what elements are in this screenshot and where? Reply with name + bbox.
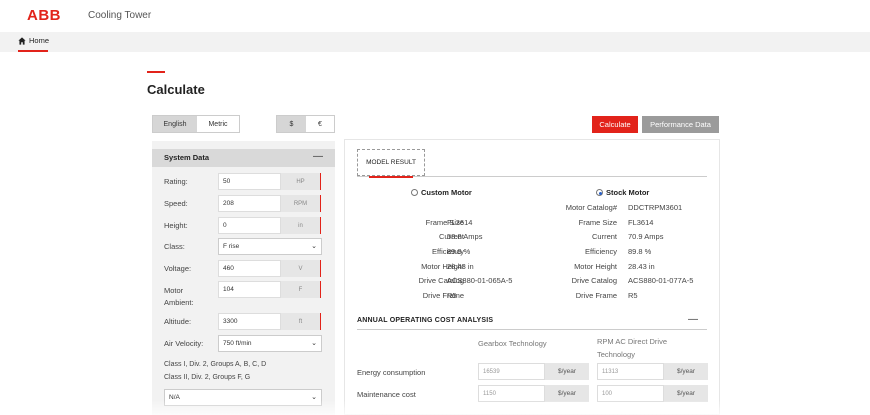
stock-motor-catalog-label: Motor Catalog# [565,203,617,212]
altitude-input[interactable]: 3300 [218,313,281,330]
rating-input[interactable]: 50 [218,173,281,190]
active-tab-indicator [18,50,48,52]
stock-frame-size-value: FL3614 [628,218,654,227]
hazard-class-2: Class II, Div. 2, Groups F, G [164,374,251,381]
system-data-title: System Data [164,153,210,162]
system-data-header[interactable]: System Data — [152,149,335,167]
motor-ambient-label-line1: Motor [164,286,184,295]
app-title: Cooling Tower [88,10,152,21]
home-icon [18,36,26,45]
gearbox-column-header: Gearbox Technology [478,339,547,348]
radio-checked-icon [596,189,603,196]
stock-current-label: Current [591,232,617,241]
motor-ambient-label: Motor Ambient: [164,285,194,309]
home-tab[interactable]: Home [18,36,49,45]
unit-metric-button[interactable]: Metric [197,116,239,132]
speed-label: Speed: [164,199,188,208]
height-label: Height: [164,221,188,230]
voltage-input[interactable]: 460 [218,260,281,277]
stock-drive-frame-label: Drive Frame [575,291,617,300]
maintenance-cost-label: Maintenance cost [357,390,416,399]
custom-efficiency-value: 89.8 % [447,247,471,256]
custom-motor-label: Custom Motor [421,188,472,197]
stock-efficiency-value: 89.8 % [628,247,652,256]
rpm-column-header-line1: RPM AC Direct Drive [597,337,668,346]
altitude-unit: ft [281,313,321,330]
custom-drive-frame-value: R5 [447,291,457,300]
stock-current-value: 70.9 Amps [628,232,664,241]
cost-analysis-divider [357,329,707,330]
custom-drive-catalog-value: ACS880-01-065A-5 [447,276,513,285]
energy-gearbox-unit: $/year [545,363,589,380]
stock-drive-catalog-label: Drive Catalog [571,276,617,285]
stock-motor-label: Stock Motor [606,188,650,197]
altitude-label: Altitude: [164,317,192,326]
voltage-unit: V [281,260,321,277]
collapse-icon[interactable]: — [313,151,323,162]
collapse-icon[interactable]: — [688,314,698,325]
rating-label: Rating: [164,177,188,186]
rpm-column-header-line2: Technology [597,350,635,359]
class-select-value: F rise [223,243,240,250]
energy-consumption-label: Energy consumption [357,368,426,377]
stock-motor-height-label: Motor Height [574,262,617,271]
top-bar: ABB Cooling Tower [0,0,870,32]
air-velocity-label: Air Velocity: [164,339,204,348]
calculate-button[interactable]: Calculate [592,116,638,133]
class-label: Class: [164,242,185,251]
energy-gearbox-input[interactable]: 16539 [478,363,545,380]
energy-rpm-input[interactable]: 11313 [597,363,664,380]
height-unit: in [281,217,321,234]
motor-ambient-label-line2: Ambient: [164,298,194,307]
abb-logo[interactable]: ABB [27,7,61,24]
nav-bar: Home [0,32,870,52]
stock-frame-size-label: Frame Size [578,218,617,227]
unit-toggle: English Metric [152,115,240,133]
chevron-down-icon: ⌄ [311,243,317,250]
air-velocity-value: 750 ft/min [223,340,252,347]
rpm-column-header: RPM AC Direct Drive Technology [597,335,667,361]
stock-drive-frame-value: R5 [628,291,638,300]
page-title: Calculate [147,82,205,97]
home-label: Home [29,36,50,45]
stock-efficiency-label: Efficiency [585,247,617,256]
class-select[interactable]: F rise ⌄ [218,238,322,255]
custom-current-value: 58.8 Amps [447,232,483,241]
custom-motor-height-value: 28.43 in [447,262,474,271]
voltage-label: Voltage: [164,264,192,273]
radio-unchecked-icon [411,189,418,196]
motor-ambient-input[interactable]: 104 [218,281,281,298]
bottom-fade [0,400,870,415]
active-tab-indicator [369,176,413,178]
custom-frame-size-value: FL3614 [447,218,473,227]
performance-data-button[interactable]: Performance Data [642,116,719,133]
rating-unit: HP [281,173,321,190]
speed-unit: RPM [281,195,321,212]
currency-euro-button[interactable]: € [306,116,334,132]
tab-model-result[interactable]: MODEL RESULT [357,149,425,176]
chevron-down-icon: ⌄ [311,340,317,347]
height-input[interactable]: 0 [218,217,281,234]
stock-motor-height-value: 28.43 in [628,262,655,271]
stock-drive-catalog-value: ACS880-01-077A-5 [628,276,694,285]
hazard-class-1: Class I, Div. 2, Groups A, B, C, D [164,361,267,368]
motor-ambient-unit: F [281,281,321,298]
currency-dollar-button[interactable]: $ [277,116,306,132]
title-accent [147,71,165,73]
energy-rpm-unit: $/year [664,363,708,380]
stock-motor-radio[interactable]: Stock Motor [596,188,649,197]
stock-motor-catalog-value: DDCTRPM3601 [628,203,683,212]
unit-english-button[interactable]: English [153,116,197,132]
custom-motor-radio[interactable]: Custom Motor [411,188,472,197]
air-velocity-select[interactable]: 750 ft/min ⌄ [218,335,322,352]
currency-toggle: $ € [276,115,335,133]
speed-input[interactable]: 208 [218,195,281,212]
cost-analysis-title: ANNUAL OPERATING COST ANALYSIS [357,317,494,324]
